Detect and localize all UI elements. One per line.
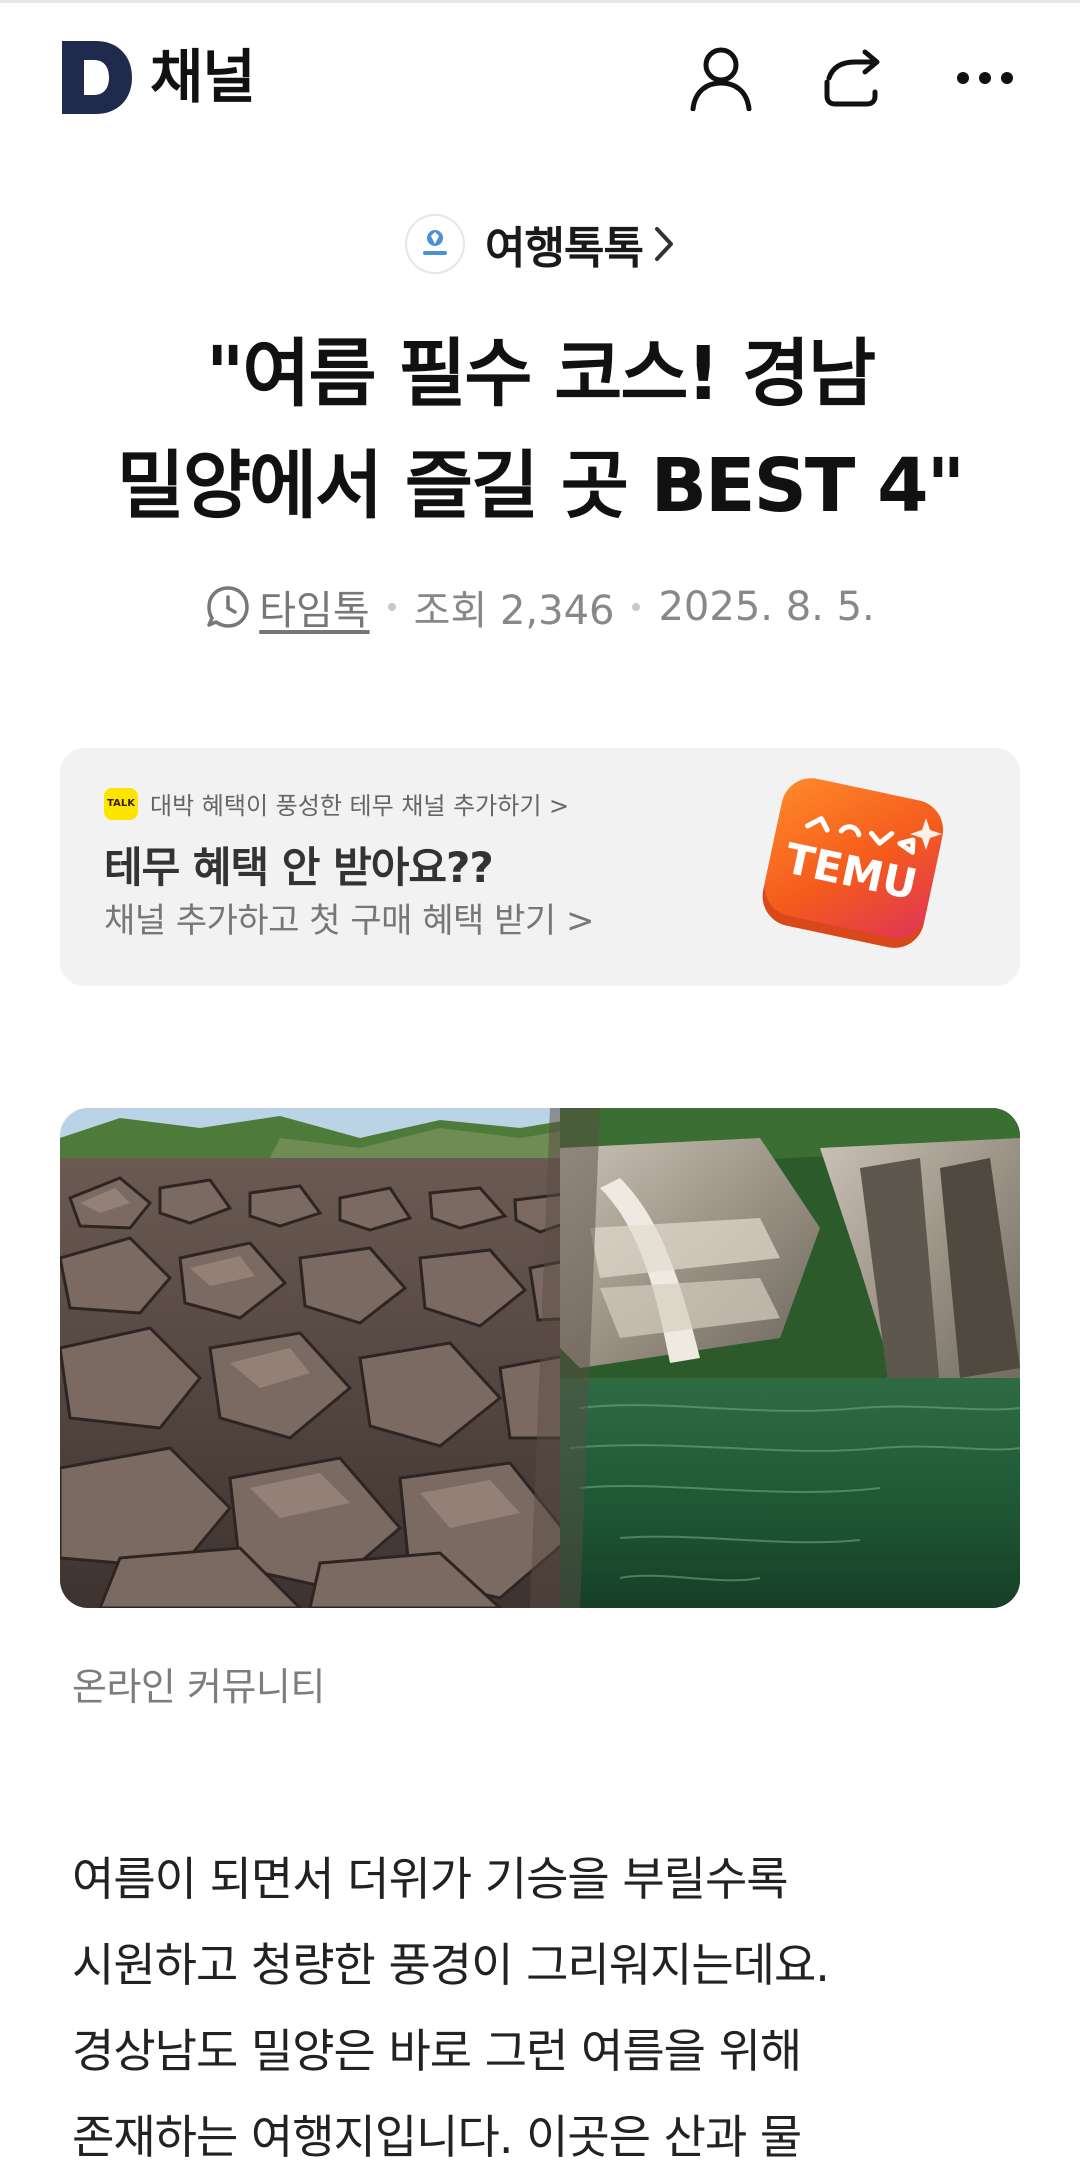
brand-name: 채널 — [150, 43, 256, 111]
app-header: 채널 — [0, 3, 1080, 149]
article-title: "여름 필수 코스! 경남 밀양에서 즐길 곳 BEST 4" — [60, 318, 1020, 542]
ad-subtitle: 채널 추가하고 첫 구매 혜택 받기 > — [104, 901, 594, 941]
author-link[interactable]: 타임톡 — [205, 578, 370, 636]
author-name: 타임톡 — [259, 588, 370, 634]
channel-avatar — [405, 214, 466, 274]
share-icon — [824, 49, 880, 107]
body-line: 여름이 되면서 더위가 기승을 부릴수록 — [72, 1852, 789, 1906]
kakao-talk-badge: TALK — [104, 787, 138, 820]
meta-separator — [387, 603, 396, 611]
channel-name: 여행톡톡 — [485, 223, 644, 274]
image-caption: 온라인 커뮤니티 — [72, 1665, 325, 1709]
chevron-right-icon — [654, 227, 673, 261]
channel-logo-icon — [423, 230, 448, 255]
more-icon — [957, 72, 1013, 84]
article-title-line: "여름 필수 코스! 경남 — [205, 331, 876, 417]
ad-top-row: TALK 대박 혜택이 풍성한 테무 채널 추가하기 > — [104, 786, 569, 821]
body-line: 시원하고 청량한 풍경이 그리워지는데요. — [72, 1938, 830, 1992]
article-title-line: 밀양에서 즐길 곳 BEST 4" — [116, 443, 965, 529]
publish-date: 2025. 8. 5. — [658, 584, 875, 630]
user-icon — [690, 47, 752, 111]
landscape-image — [60, 1108, 1020, 1608]
ad-top-text: 대박 혜택이 풍성한 테무 채널 추가하기 > — [150, 792, 570, 820]
article-hero-image[interactable] — [60, 1108, 1020, 1608]
clock-chat-icon — [207, 586, 249, 628]
channel-row: 여행톡톡 — [0, 212, 1080, 276]
view-count: 조회 2,346 — [413, 588, 615, 634]
more-options-button[interactable] — [950, 43, 1020, 113]
meta-separator — [632, 603, 641, 611]
user-button[interactable] — [686, 43, 756, 113]
share-button[interactable] — [818, 43, 888, 113]
brand-logo[interactable]: 채널 — [62, 41, 256, 114]
ad-title: 테무 혜택 안 받아요?? — [104, 843, 494, 892]
temu-logo-icon: TEMU — [762, 778, 944, 948]
ad-banner[interactable]: TALK 대박 혜택이 풍성한 테무 채널 추가하기 > 테무 혜택 안 받아요… — [60, 748, 1020, 986]
article-body: 여름이 되면서 더위가 기승을 부릴수록 시원하고 청량한 풍경이 그리워지는데… — [72, 1836, 1012, 2180]
article-meta: 타임톡 조회 2,346 2025. 8. 5. — [0, 578, 1080, 636]
d-logo-icon — [62, 41, 132, 114]
body-line: 존재하는 여행지입니다. 이곳은 산과 물 — [72, 2110, 802, 2164]
body-line: 경상남도 밀양은 바로 그런 여름을 위해 — [72, 2024, 802, 2078]
channel-link[interactable]: 여행톡톡 — [405, 212, 675, 276]
